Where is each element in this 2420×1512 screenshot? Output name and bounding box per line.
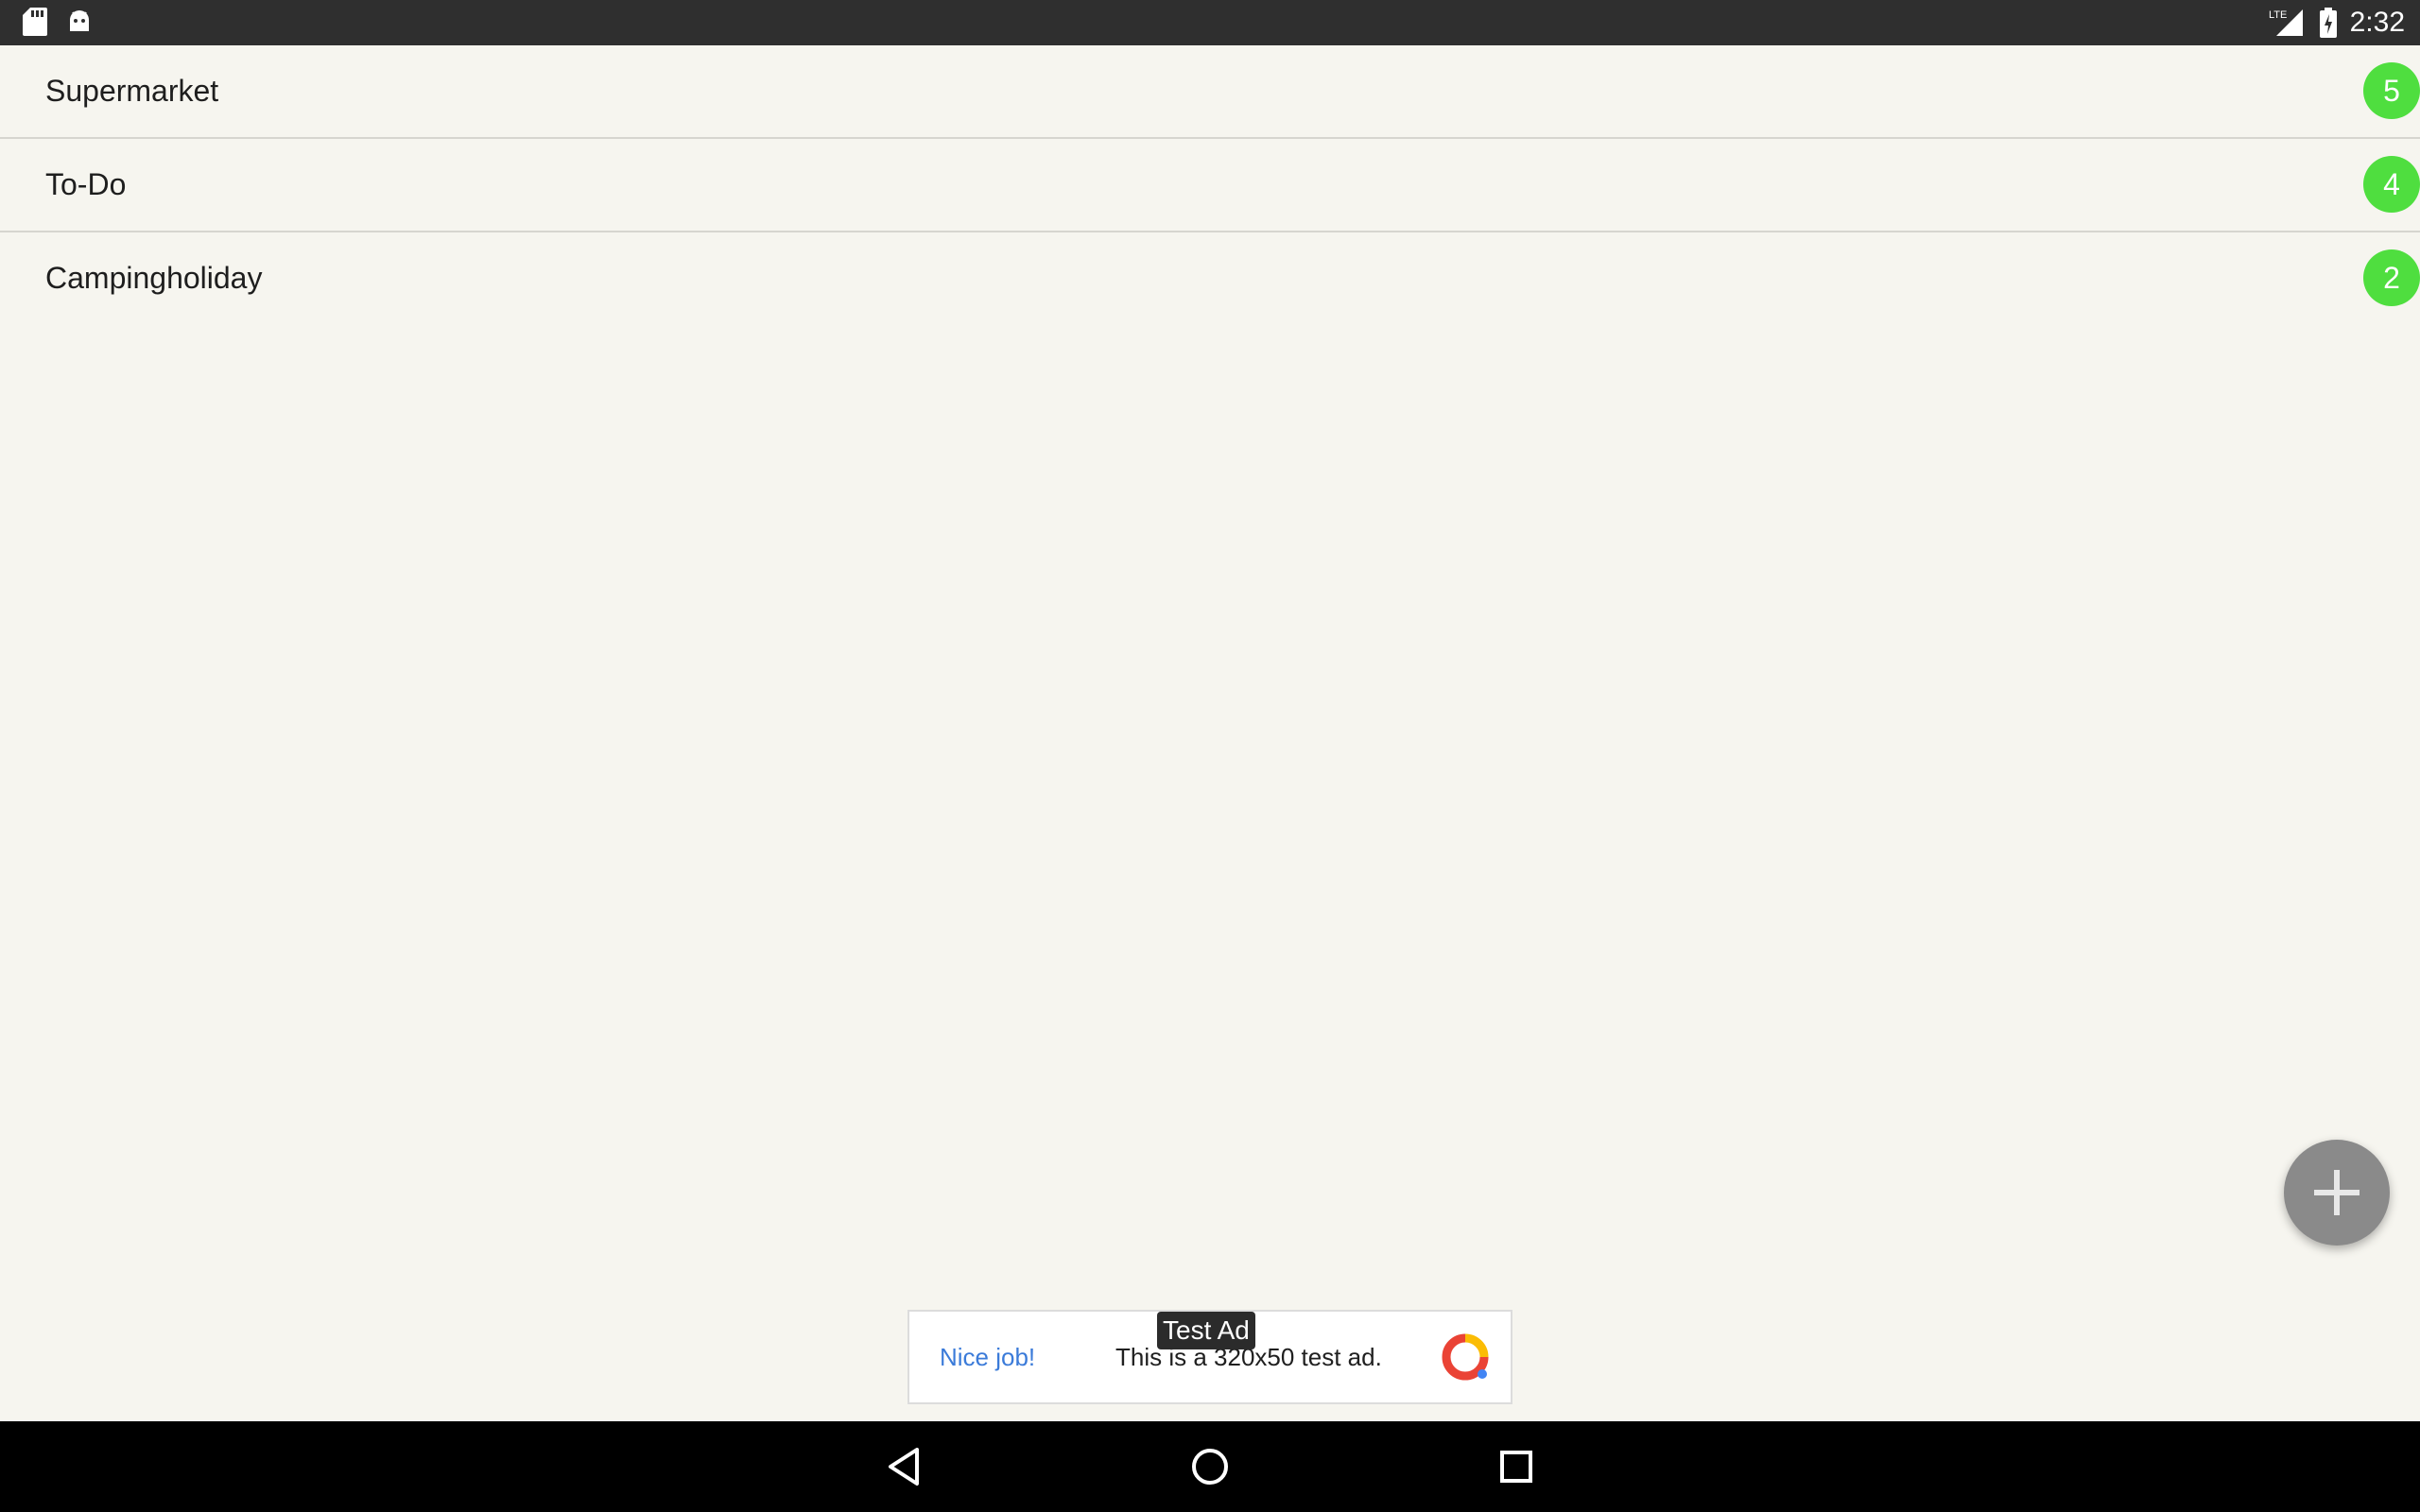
status-time: 2:32 — [2349, 7, 2405, 38]
android-icon — [70, 10, 89, 31]
battery-charging-icon — [2319, 8, 2337, 38]
shopping-lists: Supermarket 5 To-Do 4 Campingholiday 2 — [0, 45, 2420, 324]
back-icon — [889, 1448, 919, 1486]
home-button[interactable] — [1185, 1442, 1235, 1491]
back-button[interactable] — [879, 1442, 928, 1491]
list-item-campingholiday[interactable]: Campingholiday 2 — [0, 232, 2420, 324]
recents-button[interactable] — [1492, 1442, 1541, 1491]
list-name: Campingholiday — [45, 261, 263, 295]
signal-icon: LTE — [2269, 9, 2303, 36]
item-count-badge: 4 — [2363, 156, 2420, 213]
item-count-badge: 5 — [2363, 62, 2420, 119]
status-right-icons: LTE 2:32 — [2269, 6, 2405, 40]
list-name: Supermarket — [45, 74, 219, 108]
status-bar: LTE 2:32 — [0, 0, 2420, 45]
list-item-to-do[interactable]: To-Do 4 — [0, 139, 2420, 232]
item-count-badge: 2 — [2363, 249, 2420, 306]
recents-icon — [1500, 1451, 1532, 1483]
network-type: LTE — [2269, 9, 2287, 21]
ad-headline: Nice job! — [940, 1343, 1036, 1371]
plus-icon — [2314, 1170, 2360, 1215]
list-name: To-Do — [45, 167, 127, 201]
list-item-supermarket[interactable]: Supermarket 5 — [0, 45, 2420, 139]
status-left-icons — [23, 8, 93, 36]
ad-logo-icon — [1442, 1333, 1489, 1381]
home-icon — [1192, 1449, 1228, 1485]
sd-card-icon — [23, 8, 47, 36]
test-ad-label: Test Ad — [1157, 1312, 1255, 1349]
navigation-bar — [0, 1421, 2420, 1512]
add-list-button[interactable] — [2284, 1140, 2390, 1246]
